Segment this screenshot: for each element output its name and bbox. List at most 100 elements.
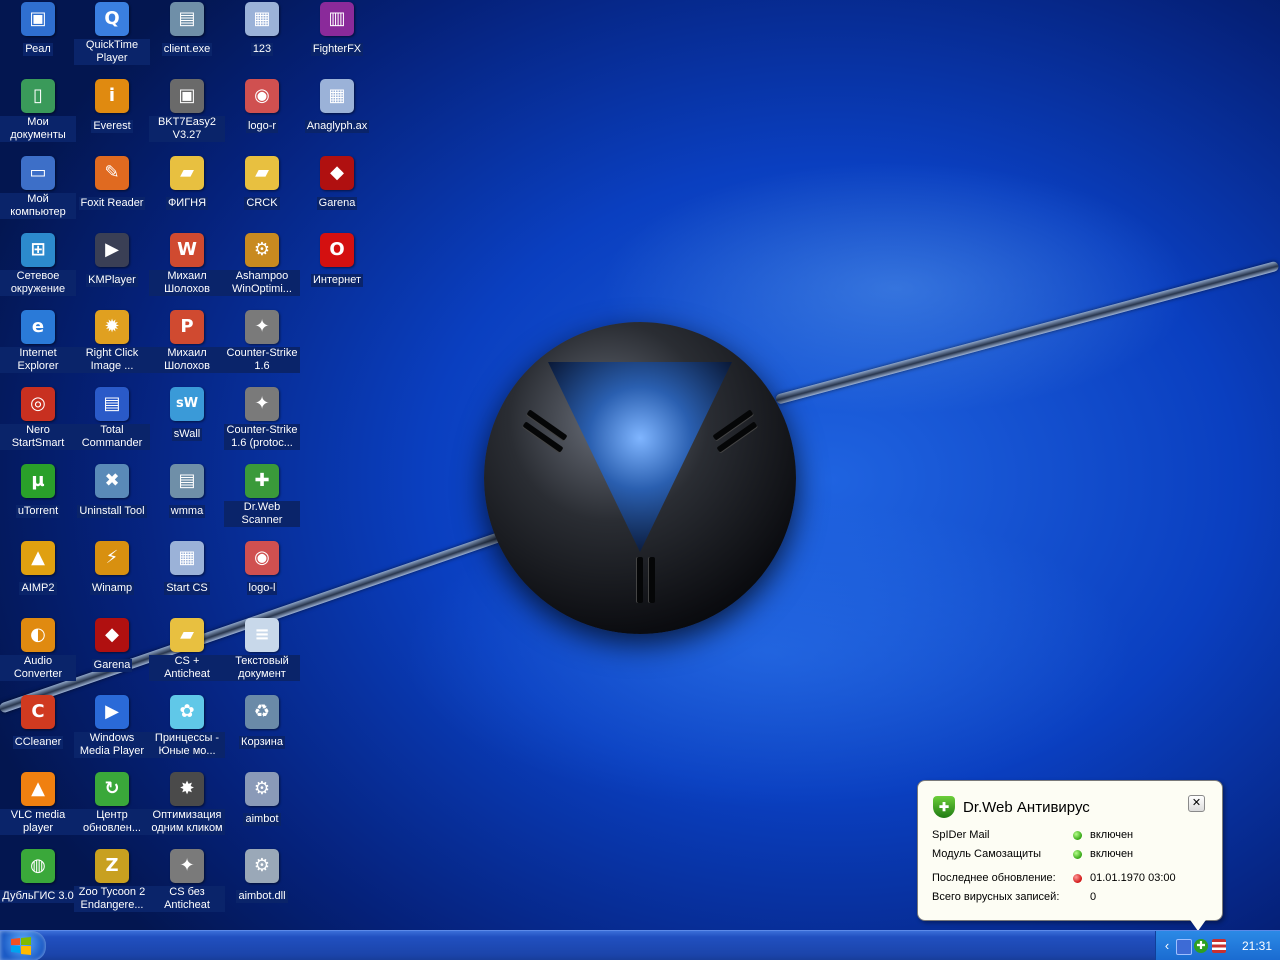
balloon-title: Dr.Web Антивирус [963,799,1090,816]
desktop-icon[interactable]: ▦ Anaglyph.ax [299,79,375,134]
balloon-row-value: включен [1090,848,1134,860]
desktop-icon[interactable]: ✸ Оптимизация одним кликом [149,772,225,836]
desktop-icon[interactable]: ◍ ДубльГИС 3.0 [0,849,76,904]
desktop-icon[interactable]: P Михаил Шолохов [149,310,225,374]
desktop-icon-label: AIMP2 [19,582,57,595]
desktop-icon[interactable]: ▦ 123 [224,2,300,57]
desktop-icon-label: Корзина [239,736,285,749]
network-icon: ⊞ [21,233,55,267]
desktop-icon-label: Everest [91,120,133,133]
garena-icon: ◆ [95,618,129,652]
foxit-reader-icon: ✎ [95,156,129,190]
desktop-icon-label: Центр обновлен... [74,809,150,835]
desktop-icon[interactable]: ✹ Right Click Image ... [74,310,150,374]
desktop-icon[interactable]: ◉ logo-r [224,79,300,134]
desktop-icon-label: FighterFX [310,43,364,56]
desktop-icon[interactable]: ✿ Принцессы - Юные мо... [149,695,225,759]
desktop-icon-label: Windows Media Player [74,732,150,758]
desktop-icon[interactable]: ◆ Garena [299,156,375,211]
desktop-icon[interactable]: ▥ FighterFX [299,2,375,57]
desktop-icon[interactable]: ▤ client.exe [149,2,225,57]
desktop-icon-label: VLC media player [0,809,76,835]
desktop-icon-label: Zoo Tycoon 2 Endangere... [74,886,150,912]
desktop-icon[interactable]: ◎ Nero StartSmart [0,387,76,451]
desktop-icon[interactable]: ▤ wmma [149,464,225,519]
wallpaper-orb [484,322,796,634]
desktop-icon-label: ДубльГИС 3.0 [0,890,76,903]
desktop-icon[interactable]: W Михаил Шолохов [149,233,225,297]
desktop-icon[interactable]: ✖ Uninstall Tool [74,464,150,519]
desktop-icon-label: CS без Anticheat [149,886,225,912]
garena-icon: ◆ [320,156,354,190]
program-icon: ▣ [170,79,204,113]
desktop-icon[interactable]: i Everest [74,79,150,134]
desktop-icon[interactable]: ▭ Мой компьютер [0,156,76,220]
desktop-icon-label: Михаил Шолохов [149,347,225,373]
desktop-icon[interactable]: ▯ Мои документы [0,79,76,143]
desktop-icon-label: client.exe [161,43,213,56]
counter-strike-icon: ✦ [245,387,279,421]
desktop-icon[interactable]: Q QuickTime Player [74,2,150,66]
desktop-icon[interactable]: ▦ Start CS [149,541,225,596]
kmplayer-icon: ▶ [95,233,129,267]
show-hidden-icons-chevron-icon[interactable]: ‹ [1160,939,1174,953]
desktop-icon[interactable]: O Интернет [299,233,375,288]
recycle-bin-icon: ♻ [245,695,279,729]
desktop-icon[interactable]: ⚙ aimbot [224,772,300,827]
clock[interactable]: 21:31 [1242,939,1272,953]
desktop-icon-label: Counter-Strike 1.6 (protoc... [224,424,300,450]
desktop-icon[interactable]: ✎ Foxit Reader [74,156,150,211]
png-icon: ◉ [245,79,279,113]
desktop-icon[interactable]: ◐ Audio Converter [0,618,76,682]
window-icon: ▣ [21,2,55,36]
desktop-icon[interactable]: ↻ Центр обновлен... [74,772,150,836]
system-tray: ‹ ✚ 21:31 [1155,931,1280,960]
vlc-icon: ▲ [21,772,55,806]
network-tray-icon[interactable] [1176,939,1192,955]
desktop-icon[interactable]: ✦ Counter-Strike 1.6 [224,310,300,374]
text-document-icon: ≡ [245,618,279,652]
desktop-icon-label: Мой компьютер [0,193,76,219]
desktop-icon[interactable]: ▰ CS + Anticheat [149,618,225,682]
desktop-icon[interactable]: ✦ CS без Anticheat [149,849,225,913]
desktop-icon[interactable]: ≡ Текстовый документ [224,618,300,682]
desktop-icon-label: Принцессы - Юные мо... [149,732,225,758]
desktop-icon-label: Anaglyph.ax [304,120,370,133]
desktop-icon[interactable]: e Internet Explorer [0,310,76,374]
language-flag-icon[interactable] [1212,939,1226,953]
desktop-icon[interactable]: ▣ Реал [0,2,76,57]
desktop-icon[interactable]: ◉ logo-l [224,541,300,596]
desktop-icon[interactable]: ◆ Garena [74,618,150,673]
status-red-icon [1073,874,1082,883]
drweb-tray-icon[interactable]: ✚ [1194,939,1208,953]
counter-strike-icon: ✦ [245,310,279,344]
desktop-icon[interactable]: ⚙ aimbot.dll [224,849,300,904]
desktop-icon-label: KMPlayer [86,274,138,287]
desktop-icon[interactable]: Z Zoo Tycoon 2 Endangere... [74,849,150,913]
desktop-icon[interactable]: ▶ KMPlayer [74,233,150,288]
desktop-icon[interactable]: ▲ VLC media player [0,772,76,836]
balloon-tail [1188,917,1208,931]
desktop-icon[interactable]: µ uTorrent [0,464,76,519]
desktop-icon-label: Сетевое окружение [0,270,76,296]
desktop-icon[interactable]: ▰ ФИГНЯ [149,156,225,211]
desktop-icon[interactable]: ♻ Корзина [224,695,300,750]
taskbar: ‹ ✚ 21:31 [0,930,1280,960]
desktop-icon[interactable]: ▤ Total Commander [74,387,150,451]
desktop-icon[interactable]: ⚙ Ashampoo WinOptimi... [224,233,300,297]
desktop-icon-label: logo-r [245,120,279,133]
desktop-icon[interactable]: ▰ CRCK [224,156,300,211]
desktop-icon-label: uTorrent [15,505,61,518]
desktop-icon[interactable]: sW sWall [149,387,225,442]
desktop-icon[interactable]: ▶ Windows Media Player [74,695,150,759]
start-button[interactable] [0,931,46,960]
desktop-icon[interactable]: ✦ Counter-Strike 1.6 (protoc... [224,387,300,451]
close-icon[interactable]: ✕ [1188,795,1205,812]
archive-icon: ▥ [320,2,354,36]
desktop-icon[interactable]: ⚡ Winamp [74,541,150,596]
desktop-icon[interactable]: ▣ BKT7Easy2 V3.27 [149,79,225,143]
desktop-icon[interactable]: ✚ Dr.Web Scanner [224,464,300,528]
desktop-icon[interactable]: ⊞ Сетевое окружение [0,233,76,297]
desktop-icon[interactable]: ▲ AIMP2 [0,541,76,596]
desktop-icon[interactable]: C CCleaner [0,695,76,750]
